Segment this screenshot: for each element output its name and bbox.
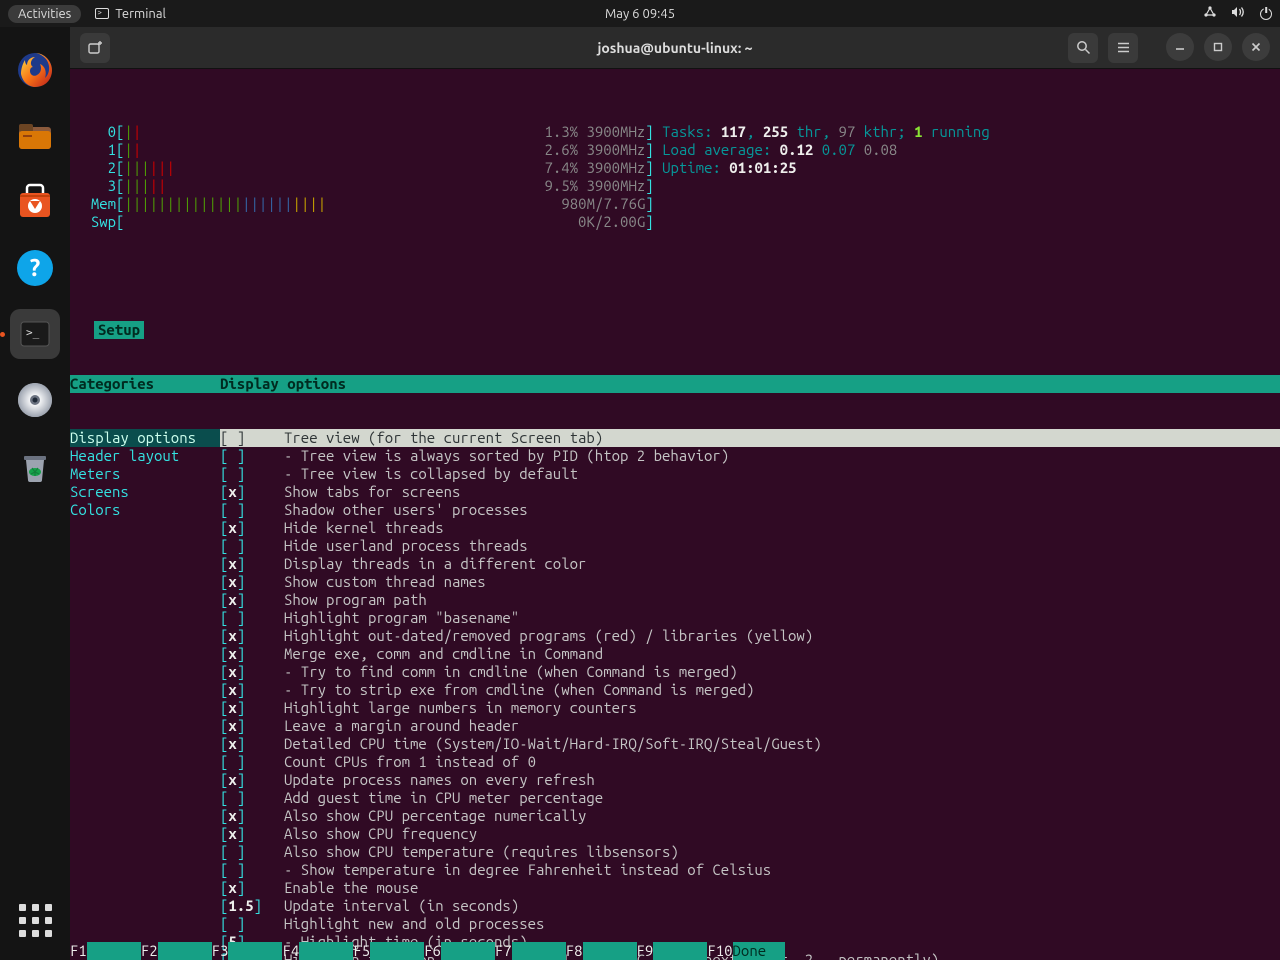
option-item[interactable]: [x] Highlight out-dated/removed programs… [220,627,1280,645]
window-title: joshua@ubuntu-linux: ~ [597,40,752,56]
option-item[interactable]: [ ] - Tree view is collapsed by default [220,465,1280,483]
option-item[interactable]: [x] - Try to find comm in cmdline (when … [220,663,1280,681]
option-item[interactable]: [x] Display threads in a different color [220,555,1280,573]
option-item[interactable]: [x] Update process names on every refres… [220,771,1280,789]
category-item[interactable]: Meters [70,465,220,483]
firefox-icon[interactable] [10,45,60,95]
svg-text:>_: >_ [26,326,40,339]
app-menu-label: Terminal [115,7,166,21]
disc-icon[interactable] [10,375,60,425]
category-item[interactable]: Screens [70,483,220,501]
function-key-bar: F1 F2 F3 F4 F5 F6 F7 F8 F9 F10Done [70,942,1280,960]
option-item[interactable]: [ ] Highlight program "basename" [220,609,1280,627]
option-item[interactable]: [x] Hide kernel threads [220,519,1280,537]
option-item[interactable]: [ ] Tree view (for the current Screen ta… [220,429,1280,447]
files-icon[interactable] [10,111,60,161]
option-item[interactable]: [ ] Hide userland process threads [220,537,1280,555]
option-item[interactable]: [x] - Try to strip exe from cmdline (whe… [220,681,1280,699]
volume-icon[interactable] [1231,5,1246,22]
fnkey[interactable]: F8 [566,942,637,960]
option-item[interactable]: [x] Show tabs for screens [220,483,1280,501]
option-item[interactable]: [x] Leave a margin around header [220,717,1280,735]
close-button[interactable] [1242,33,1270,61]
terminal-window: joshua@ubuntu-linux: ~ 0[|| [70,27,1280,960]
option-item[interactable]: [ ] Highlight new and old processes [220,915,1280,933]
option-item[interactable]: [x] Detailed CPU time (System/IO-Wait/Ha… [220,735,1280,753]
power-icon[interactable] [1260,8,1272,20]
option-item[interactable]: [x] Highlight large numbers in memory co… [220,699,1280,717]
option-item[interactable]: [1.5] Update interval (in seconds) [220,897,1280,915]
software-icon[interactable] [10,177,60,227]
svg-text:?: ? [30,254,41,281]
setup-header: CategoriesDisplay options [70,375,1280,393]
category-item[interactable]: Header layout [70,447,220,465]
fnkey[interactable]: F4 [282,942,353,960]
minimize-button[interactable] [1166,33,1194,61]
option-item[interactable]: [x] Also show CPU percentage numerically [220,807,1280,825]
new-tab-button[interactable] [80,33,110,63]
option-item[interactable]: [x] Enable the mouse [220,879,1280,897]
options-list[interactable]: [ ] Tree view (for the current Screen ta… [220,429,1280,960]
fnkey[interactable]: F5 [353,942,424,960]
fnkey[interactable]: F9 [637,942,708,960]
fnkey[interactable]: F3 [212,942,283,960]
network-icon[interactable] [1203,5,1217,22]
category-item[interactable]: Display options [70,429,220,447]
option-item[interactable]: [ ] Count CPUs from 1 instead of 0 [220,753,1280,771]
option-item[interactable]: [ ] - Tree view is always sorted by PID … [220,447,1280,465]
activities-button[interactable]: Activities [8,5,81,23]
setup-tab: Setup [94,321,144,339]
app-menu[interactable]: Terminal [95,7,166,21]
fnkey[interactable]: F10Done [707,942,785,960]
terminal-icon [95,8,109,19]
categories-list[interactable]: Display optionsHeader layoutMetersScreen… [70,429,220,960]
search-button[interactable] [1068,33,1098,63]
dock: ? >_ [0,27,70,960]
option-item[interactable]: [x] Also show CPU frequency [220,825,1280,843]
gnome-top-panel: Activities Terminal May 6 09:45 [0,0,1280,27]
option-item[interactable]: [x] Show custom thread names [220,573,1280,591]
trash-icon[interactable] [10,441,60,491]
fnkey[interactable]: F1 [70,942,141,960]
terminal-content[interactable]: 0[|| 1.3% 3900MHz] Tasks: 117, 255 thr, … [70,69,1280,960]
option-item[interactable]: [ ] Shadow other users' processes [220,501,1280,519]
show-apps-button[interactable] [13,898,57,942]
menu-button[interactable] [1108,33,1138,63]
clock[interactable]: May 6 09:45 [605,7,675,21]
option-item[interactable]: [ ] Add guest time in CPU meter percenta… [220,789,1280,807]
option-item[interactable]: [x] Show program path [220,591,1280,609]
maximize-button[interactable] [1204,33,1232,61]
category-item[interactable]: Colors [70,501,220,519]
fnkey[interactable]: F6 [424,942,495,960]
option-item[interactable]: [ ] - Show temperature in degree Fahrenh… [220,861,1280,879]
terminal-dock-icon[interactable]: >_ [10,309,60,359]
option-item[interactable]: [x] Merge exe, comm and cmdline in Comma… [220,645,1280,663]
fnkey[interactable]: F2 [141,942,212,960]
option-item[interactable]: [ ] Also show CPU temperature (requires … [220,843,1280,861]
window-titlebar: joshua@ubuntu-linux: ~ [70,27,1280,69]
help-icon[interactable]: ? [10,243,60,293]
fnkey[interactable]: F7 [495,942,566,960]
